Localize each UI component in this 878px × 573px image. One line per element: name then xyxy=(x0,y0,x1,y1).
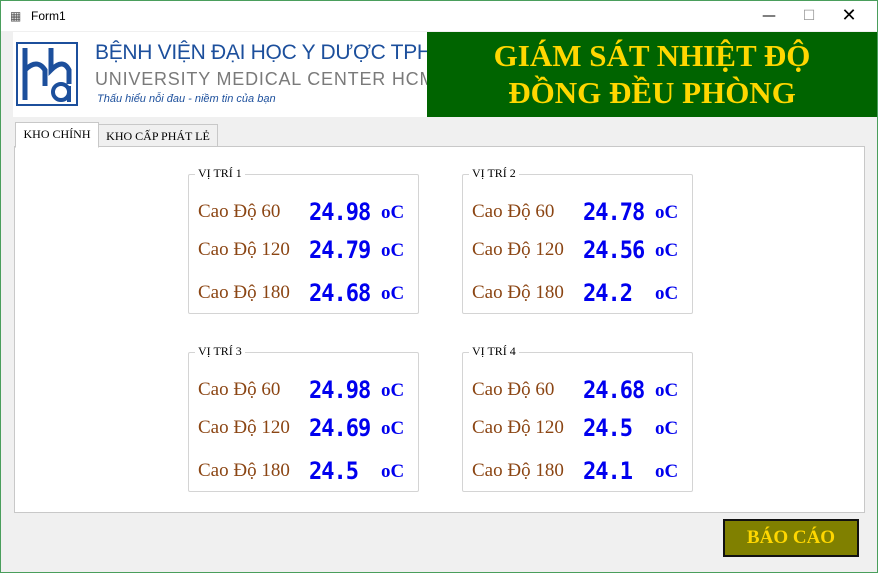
hospital-logo-panel: BỆNH VIỆN ĐẠI HỌC Y DƯỢC TPHCM UNIVERSIT… xyxy=(13,32,464,117)
close-icon[interactable]: ✕ xyxy=(829,1,869,31)
reading-unit: oC xyxy=(655,418,679,439)
header-title-line2: ĐỒNG ĐỀU PHÒNG xyxy=(508,75,796,110)
reading-value: 24.68 xyxy=(309,280,371,308)
report-button[interactable]: BÁO CÁO xyxy=(723,519,859,557)
reading-unit: oC xyxy=(655,461,679,482)
reading-unit: oC xyxy=(381,461,405,482)
group-title: VỊ TRÍ 4 xyxy=(469,344,519,359)
reading-row: Cao Độ 60 24.98 oC xyxy=(189,377,418,405)
reading-value: 24.98 xyxy=(309,377,371,405)
header-title-line1: GIÁM SÁT NHIỆT ĐỘ xyxy=(493,38,811,73)
reading-value: 24.78 xyxy=(583,199,645,227)
reading-unit: oC xyxy=(655,240,679,261)
reading-label: Cao Độ 60 xyxy=(472,201,555,222)
logo-slogan: Thấu hiểu nỗi đau - niềm tin của bạn xyxy=(97,93,276,105)
reading-row: Cao Độ 60 24.98 oC xyxy=(189,199,418,227)
reading-row: Cao Độ 120 24.5 oC xyxy=(463,415,692,443)
reading-value: 24.5 xyxy=(583,415,633,443)
reading-label: Cao Độ 120 xyxy=(198,239,290,260)
reading-unit: oC xyxy=(381,418,405,439)
hospital-logo-icon xyxy=(16,42,78,106)
tab-kho-cap-phat-le[interactable]: KHO CẤP PHÁT LẺ xyxy=(98,124,218,148)
position-group-1: VỊ TRÍ 1 Cao Độ 60 24.98 oC Cao Độ 120 2… xyxy=(188,166,419,314)
app-window: ▦ Form1 — ☐ ✕ BỆNH VIỆN ĐẠI HỌC Y DƯỢC T… xyxy=(0,0,878,573)
group-title: VỊ TRÍ 1 xyxy=(195,166,245,181)
reading-label: Cao Độ 60 xyxy=(472,379,555,400)
reading-row: Cao Độ 180 24.5 oC xyxy=(189,458,418,486)
reading-row: Cao Độ 120 24.79 oC xyxy=(189,237,418,265)
reading-row: Cao Độ 60 24.78 oC xyxy=(463,199,692,227)
reading-value: 24.68 xyxy=(583,377,645,405)
window-title: Form1 xyxy=(31,9,66,23)
reading-value: 24.98 xyxy=(309,199,371,227)
reading-value: 24.5 xyxy=(309,458,359,486)
position-group-4: VỊ TRÍ 4 Cao Độ 60 24.68 oC Cao Độ 120 2… xyxy=(462,344,693,492)
reading-unit: oC xyxy=(381,380,405,401)
logo-subtitle: UNIVERSITY MEDICAL CENTER HCMC xyxy=(95,69,450,89)
reading-label: Cao Độ 180 xyxy=(472,460,564,481)
tab-panel: VỊ TRÍ 1 Cao Độ 60 24.98 oC Cao Độ 120 2… xyxy=(14,146,865,513)
reading-row: Cao Độ 180 24.2 oC xyxy=(463,280,692,308)
tab-kho-chinh[interactable]: KHO CHÍNH xyxy=(15,122,99,148)
reading-unit: oC xyxy=(381,283,405,304)
reading-row: Cao Độ 180 24.68 oC xyxy=(189,280,418,308)
reading-row: Cao Độ 120 24.56 oC xyxy=(463,237,692,265)
reading-unit: oC xyxy=(655,202,679,223)
group-title: VỊ TRÍ 3 xyxy=(195,344,245,359)
reading-unit: oC xyxy=(381,202,405,223)
minimize-icon[interactable]: — xyxy=(749,1,789,31)
reading-row: Cao Độ 180 24.1 oC xyxy=(463,458,692,486)
reading-unit: oC xyxy=(655,380,679,401)
group-title: VỊ TRÍ 2 xyxy=(469,166,519,181)
position-group-3: VỊ TRÍ 3 Cao Độ 60 24.98 oC Cao Độ 120 2… xyxy=(188,344,419,492)
reading-label: Cao Độ 120 xyxy=(198,417,290,438)
reading-row: Cao Độ 120 24.69 oC xyxy=(189,415,418,443)
reading-row: Cao Độ 60 24.68 oC xyxy=(463,377,692,405)
reading-unit: oC xyxy=(655,283,679,304)
reading-unit: oC xyxy=(381,240,405,261)
logo-title: BỆNH VIỆN ĐẠI HỌC Y DƯỢC TPHCM xyxy=(95,41,464,64)
reading-label: Cao Độ 60 xyxy=(198,379,281,400)
maximize-icon[interactable]: ☐ xyxy=(789,1,829,31)
header-banner: GIÁM SÁT NHIỆT ĐỘ ĐỒNG ĐỀU PHÒNG xyxy=(427,32,877,117)
position-group-2: VỊ TRÍ 2 Cao Độ 60 24.78 oC Cao Độ 120 2… xyxy=(462,166,693,314)
reading-value: 24.56 xyxy=(583,237,645,265)
reading-value: 24.2 xyxy=(583,280,633,308)
reading-label: Cao Độ 180 xyxy=(198,460,290,481)
reading-label: Cao Độ 180 xyxy=(198,282,290,303)
reading-label: Cao Độ 60 xyxy=(198,201,281,222)
reading-label: Cao Độ 120 xyxy=(472,417,564,438)
reading-label: Cao Độ 120 xyxy=(472,239,564,260)
reading-value: 24.1 xyxy=(583,458,633,486)
reading-value: 24.79 xyxy=(309,237,371,265)
reading-value: 24.69 xyxy=(309,415,371,443)
title-bar: ▦ Form1 — ☐ ✕ xyxy=(1,1,877,31)
app-icon[interactable]: ▦ xyxy=(10,9,24,23)
reading-label: Cao Độ 180 xyxy=(472,282,564,303)
